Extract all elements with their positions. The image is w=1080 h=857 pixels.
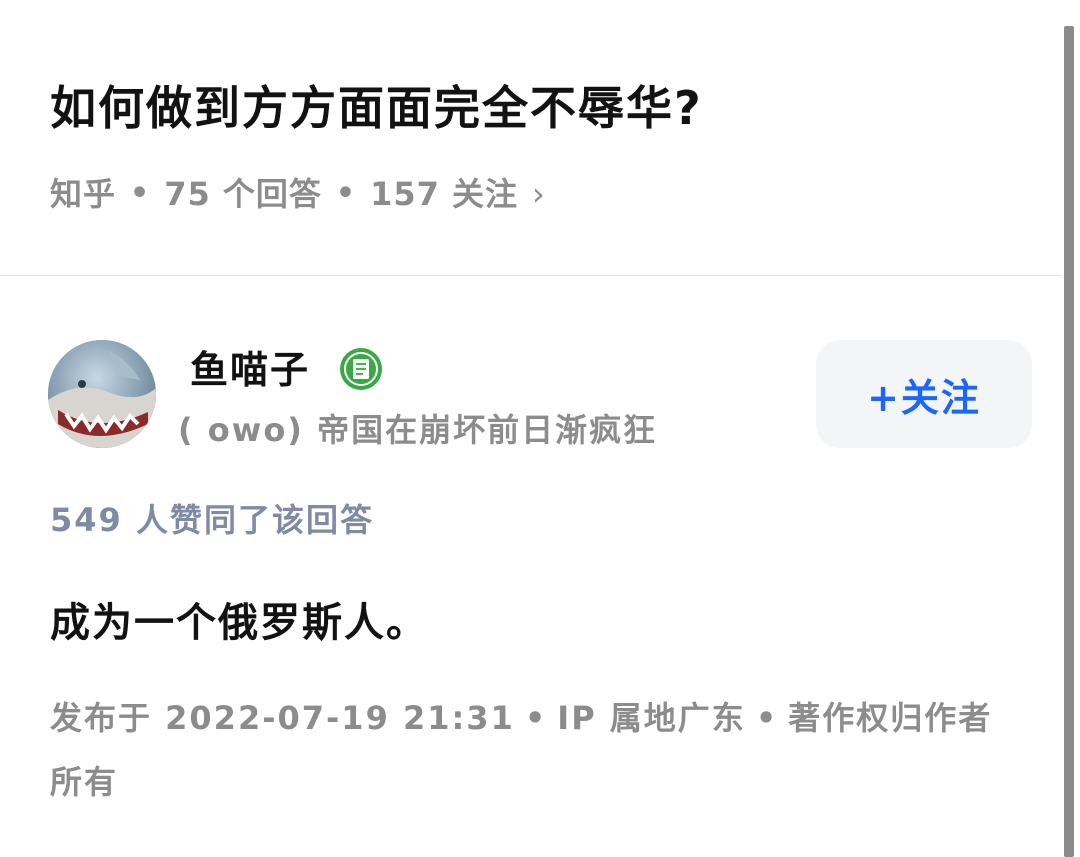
follow-button[interactable]: +关注 — [816, 340, 1032, 448]
avatar[interactable] — [48, 340, 156, 448]
question-title[interactable]: 如何做到方方面面完全不辱华? — [50, 72, 1040, 144]
publish-time: 发布于 2022-07-19 21:31 — [50, 699, 515, 737]
dot-separator: • — [524, 699, 548, 737]
author-bio: ( owo) 帝国在崩坏前日渐疯狂 — [178, 411, 658, 449]
divider — [0, 275, 1062, 276]
avatar-image — [48, 340, 156, 448]
ip-location: IP 属地广东 — [557, 699, 746, 737]
chevron-right-icon: › — [532, 175, 546, 213]
answer-footer-meta: 发布于 2022-07-19 21:31 • IP 属地广东 • 著作权归作者所有 — [50, 686, 1010, 814]
author-name[interactable]: 鱼喵子 — [190, 342, 310, 398]
badge-icon[interactable] — [338, 346, 384, 392]
vote-count[interactable]: 549 人赞同了该回答 — [50, 494, 374, 546]
source-label: 知乎 — [50, 175, 117, 213]
dot-separator: • — [755, 699, 779, 737]
followers-count: 157 关注 — [370, 175, 519, 213]
question-header: 如何做到方方面面完全不辱华? — [50, 72, 1040, 144]
answer-content[interactable]: 成为一个俄罗斯人。 — [50, 592, 428, 654]
scrollbar[interactable] — [1064, 26, 1074, 857]
dot-separator: • — [130, 176, 151, 211]
answers-count: 75 个回答 — [164, 175, 322, 213]
dot-separator: • — [335, 176, 357, 211]
question-meta[interactable]: 知乎 • 75 个回答 • 157 关注 › — [50, 168, 546, 220]
